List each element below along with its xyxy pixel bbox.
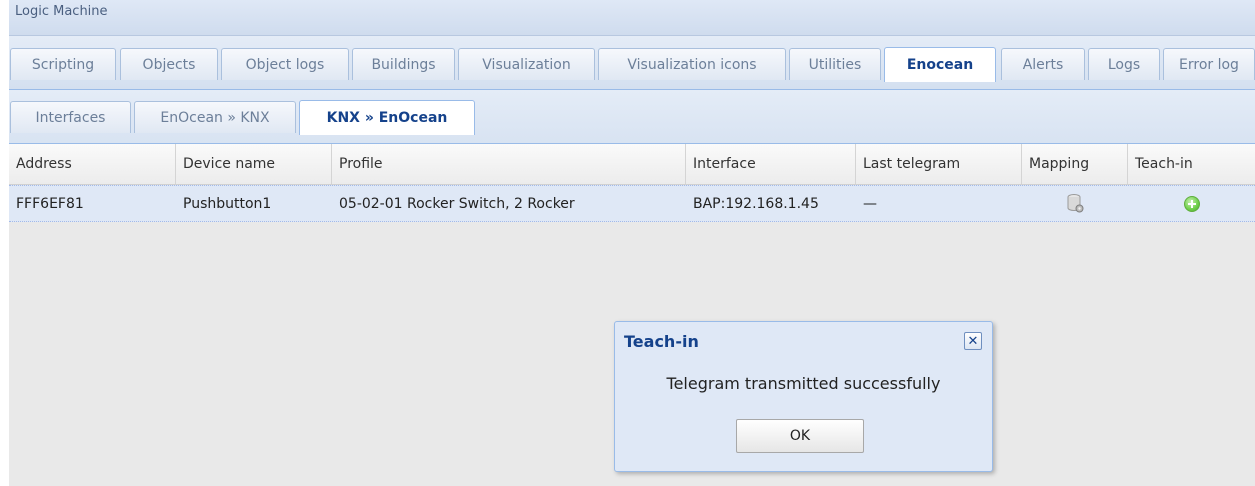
logic-machine-app: Logic Machine Scripting Objects Object l…: [9, 0, 1255, 486]
grid-header: Address Device name Profile Interface La…: [9, 144, 1255, 185]
close-icon[interactable]: ✕: [964, 332, 982, 350]
tab-enocean[interactable]: Enocean: [884, 47, 996, 82]
main-tab-bar: Scripting Objects Object logs Buildings …: [9, 36, 1255, 90]
subtab-interfaces[interactable]: Interfaces: [10, 101, 131, 133]
cell-last-telegram: —: [863, 195, 877, 212]
teach-in-dialog: Teach-in ✕ Telegram transmitted successf…: [614, 321, 993, 472]
tab-logs[interactable]: Logs: [1088, 48, 1160, 80]
column-header-teach-in[interactable]: Teach-in: [1128, 144, 1255, 184]
app-title-bar: Logic Machine: [9, 0, 1255, 36]
dialog-title: Teach-in: [624, 332, 699, 351]
cell-mapping: [1022, 186, 1128, 221]
app-title: Logic Machine: [15, 4, 108, 19]
column-header-interface[interactable]: Interface: [686, 144, 856, 184]
subtab-enocean-knx[interactable]: EnOcean » KNX: [134, 101, 296, 133]
tab-scripting[interactable]: Scripting: [10, 48, 116, 80]
table-row[interactable]: FFF6EF81 Pushbutton1 05-02-01 Rocker Swi…: [9, 185, 1255, 222]
cell-device-name: Pushbutton1: [183, 195, 272, 212]
column-header-address[interactable]: Address: [9, 144, 176, 184]
cell-address: FFF6EF81: [16, 195, 84, 212]
tab-error-log[interactable]: Error log: [1163, 48, 1255, 80]
column-header-profile[interactable]: Profile: [332, 144, 686, 184]
cell-interface: BAP:192.168.1.45: [693, 195, 819, 212]
tab-buildings[interactable]: Buildings: [352, 48, 455, 80]
column-header-device-name[interactable]: Device name: [176, 144, 332, 184]
tab-utilities[interactable]: Utilities: [789, 48, 881, 80]
subtab-knx-enocean[interactable]: KNX » EnOcean: [299, 100, 475, 135]
tab-alerts[interactable]: Alerts: [1001, 48, 1085, 80]
cell-profile: 05-02-01 Rocker Switch, 2 Rocker: [339, 195, 575, 212]
column-header-last-telegram[interactable]: Last telegram: [856, 144, 1022, 184]
column-header-mapping[interactable]: Mapping: [1022, 144, 1128, 184]
tab-object-logs[interactable]: Object logs: [221, 48, 349, 80]
add-circle-icon[interactable]: [1183, 195, 1200, 212]
cell-teach-in: [1128, 186, 1255, 221]
tab-objects[interactable]: Objects: [120, 48, 218, 80]
ok-button[interactable]: OK: [736, 419, 864, 453]
tab-visualization[interactable]: Visualization: [458, 48, 595, 80]
database-gear-icon[interactable]: [1067, 194, 1084, 213]
tab-visualization-icons[interactable]: Visualization icons: [598, 48, 786, 80]
dialog-message: Telegram transmitted successfully: [666, 374, 941, 393]
sub-tab-bar: Interfaces EnOcean » KNX KNX » EnOcean: [9, 90, 1255, 144]
